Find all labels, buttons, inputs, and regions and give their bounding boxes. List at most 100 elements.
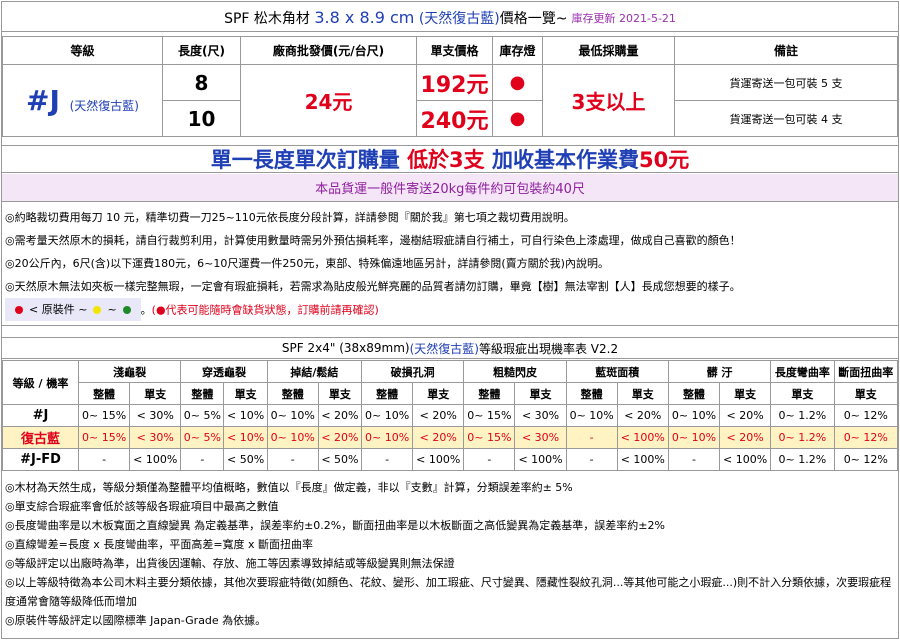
- price-table: 等級 長度(尺) 廠商批發價(元/台尺) 單支價格 庫存燈 最低採購量 備註 #…: [2, 36, 898, 137]
- defect-value: -: [565, 426, 618, 449]
- footnote-2: ◎單支綜合瑕疵率會低於該等級各瑕疵項目中最高之數值: [5, 500, 279, 513]
- footnote-7: ◎原裝件等級評定以國際標準 Japan-Grade 為依據。: [5, 614, 267, 627]
- group-shallow-crack: 淺龜裂: [77, 360, 182, 383]
- defect-value: 0~ 15%: [463, 404, 516, 427]
- banner-part1: 單一長度單次訂購量: [210, 148, 400, 172]
- group-twist: 斷面扭曲率: [833, 360, 899, 383]
- defect-value: < 30%: [129, 404, 182, 427]
- group-loose-knot: 掉結/鬆結: [266, 360, 363, 383]
- defect-value: 0~ 15%: [77, 404, 131, 427]
- defect-row-j-fd: #J-FD - < 100% - < 50% - < 50% - < 100% …: [2, 448, 899, 471]
- length-8: 8: [162, 64, 241, 101]
- length-10: 10: [162, 100, 241, 137]
- group-rough-skin: 粗糙閃皮: [463, 360, 567, 383]
- col-min-order: 最低採購量: [542, 36, 675, 65]
- note-2: ◎需考量天然原木的損耗，請自行裁剪利用，計算使用數量時需另外預估損耗率，邊樹結瑕…: [5, 234, 741, 247]
- defect-value: < 30%: [514, 426, 567, 449]
- price-row-8: #J (天然復古藍) 8 24元 192元 ● 3支以上 貨運寄送一包可裝 5 …: [2, 64, 898, 137]
- title-size: 3.8 x 8.9 cm: [314, 8, 415, 27]
- remark-10: 貨運寄送一包可裝 4 支: [674, 100, 898, 137]
- page-title: SPF 松木角材 3.8 x 8.9 cm (天然復古藍) 價格一覽~ 庫存更新…: [2, 4, 898, 32]
- defect-value: < 50%: [317, 448, 363, 471]
- sub-single: 單支: [833, 382, 899, 405]
- defect-value: 0~ 1.2%: [770, 448, 835, 471]
- sub-full: 整體: [361, 382, 414, 405]
- group-through-crack: 穿透龜裂: [180, 360, 268, 383]
- defect-value: < 30%: [129, 426, 182, 449]
- remark-8: 貨運寄送一包可裝 5 支: [674, 64, 898, 101]
- note-1: ◎約略裁切費用每刀 10 元，精準切費一刀25~110元依長度分段計算，詳請參閱…: [5, 211, 575, 224]
- defect-value: -: [463, 448, 516, 471]
- note-4: ◎天然原木無法如夾板一樣完整無瑕，一定會有瑕疵損耗，若需求為貼皮般光鮮亮麗的品質…: [5, 280, 741, 293]
- col-length: 長度(尺): [162, 36, 241, 65]
- sub-single: 單支: [719, 382, 772, 405]
- banner-part3: 加收基本作業費: [492, 148, 639, 172]
- defect-value: 0~ 5%: [180, 426, 225, 449]
- grade-label: #J: [25, 84, 60, 117]
- group-dirt: 髒 汙: [667, 360, 772, 383]
- defect-value: < 50%: [223, 448, 268, 471]
- defect-value: 0~ 10%: [667, 404, 721, 427]
- defect-value: < 10%: [223, 426, 268, 449]
- defect-value: -: [565, 448, 618, 471]
- wholesale-price: 24元: [240, 64, 417, 137]
- defect-value: < 20%: [412, 404, 465, 427]
- footnote-6: ◎以上等級特徵為本公司木料主要分類依據，其他次要瑕疵特徵(如顏色、花紋、變形、加…: [5, 576, 892, 608]
- sub-full: 整體: [180, 382, 225, 405]
- defect-value: < 100%: [616, 426, 669, 449]
- defect-sub-header: 整體 單支 整體 單支 整體 單支 整體 單支 整體 單支 整體 單支 整體 單…: [3, 382, 899, 405]
- title-suffix: 價格一覽~: [499, 10, 568, 27]
- defect-value: < 20%: [719, 426, 772, 449]
- footnote-5: ◎等級評定以出廠時為準，出貨後因運輸、存放、施工等因素導致掉結或等級變異則無法保…: [5, 557, 455, 570]
- defect-value: < 100%: [719, 448, 772, 471]
- defect-value: < 20%: [317, 426, 363, 449]
- group-length-bend: 長度彎曲率: [770, 360, 835, 383]
- defect-value: 0~ 15%: [77, 426, 131, 449]
- sub-single: 單支: [129, 382, 182, 405]
- defect-row-j: #J 0~ 15% < 30% 0~ 5% < 10% 0~ 10% < 20%…: [2, 404, 899, 427]
- shipping-note: 本品貨運一般件寄送20kg每件約可包裝約40尺: [2, 174, 898, 202]
- defect-value: -: [77, 448, 131, 471]
- col-wholesale: 廠商批發價(元/台尺): [240, 36, 417, 65]
- price-table-header: 等級 長度(尺) 廠商批發價(元/台尺) 單支價格 庫存燈 最低採購量 備註: [2, 36, 898, 65]
- banner-part4: 50元: [639, 148, 690, 172]
- defect-table: 等級 / 機率 淺龜裂 穿透龜裂 掉結/鬆結 破損孔洞 粗糙閃皮 藍斑面積 髒 …: [2, 360, 899, 471]
- defect-value: 0~ 10%: [361, 426, 414, 449]
- defect-value: 0~ 1.2%: [770, 404, 835, 427]
- defect-value: < 100%: [616, 448, 669, 471]
- footnote-3: ◎長度彎曲率是以木板寬面之直線變異 為定義基準，誤差率約±0.2%，斷面扭曲率是…: [5, 519, 665, 532]
- footnote-4: ◎直線彎差=長度 x 長度彎曲率，平面高差=寬度 x 斷面扭曲率: [5, 538, 314, 551]
- col-unit-price: 單支價格: [416, 36, 493, 65]
- defect-value: 0~ 10%: [266, 404, 319, 427]
- defect-value: 0~ 10%: [266, 426, 319, 449]
- stock-legend: < 原裝件 ~ ~: [5, 298, 141, 321]
- defect-value: 0~ 12%: [833, 448, 899, 471]
- sub-full: 整體: [266, 382, 319, 405]
- defect-value: < 30%: [514, 404, 567, 427]
- yellow-dot-icon: [93, 305, 102, 314]
- sub-single: 單支: [223, 382, 268, 405]
- defect-title-suffix: 等級瑕疵出現機率表 V2.2: [478, 341, 619, 356]
- legend-line: < 原裝件 ~ ~ 。(●代表可能隨時會缺貨狀態，訂購前請再確認): [2, 298, 898, 322]
- sub-single: 單支: [514, 382, 567, 405]
- title-color: (天然復古藍): [418, 10, 500, 27]
- sub-full: 整體: [463, 382, 516, 405]
- grade-cell: #J (天然復古藍): [2, 64, 163, 137]
- defect-value: 0~ 15%: [463, 426, 516, 449]
- title-prefix: SPF 松木角材: [224, 10, 310, 27]
- green-dot-icon: [122, 305, 131, 314]
- title-updated: 庫存更新 2021-5-21: [571, 11, 676, 25]
- defect-value: -: [667, 448, 721, 471]
- min-order: 3支以上: [542, 64, 675, 137]
- group-blue-stain: 藍斑面積: [565, 360, 669, 383]
- group-hole: 破損孔洞: [361, 360, 465, 383]
- defect-value: < 20%: [317, 404, 363, 427]
- defect-title-color: (天然復古藍): [409, 341, 479, 356]
- red-dot-icon: [15, 305, 23, 314]
- col-remark: 備註: [674, 36, 898, 65]
- sub-single: 單支: [616, 382, 669, 405]
- defect-corner: 等級 / 機率: [2, 360, 79, 405]
- defect-value: < 20%: [412, 426, 465, 449]
- legend-sep: ~: [107, 303, 117, 316]
- grade-sub-label: (天然復古藍): [69, 99, 139, 113]
